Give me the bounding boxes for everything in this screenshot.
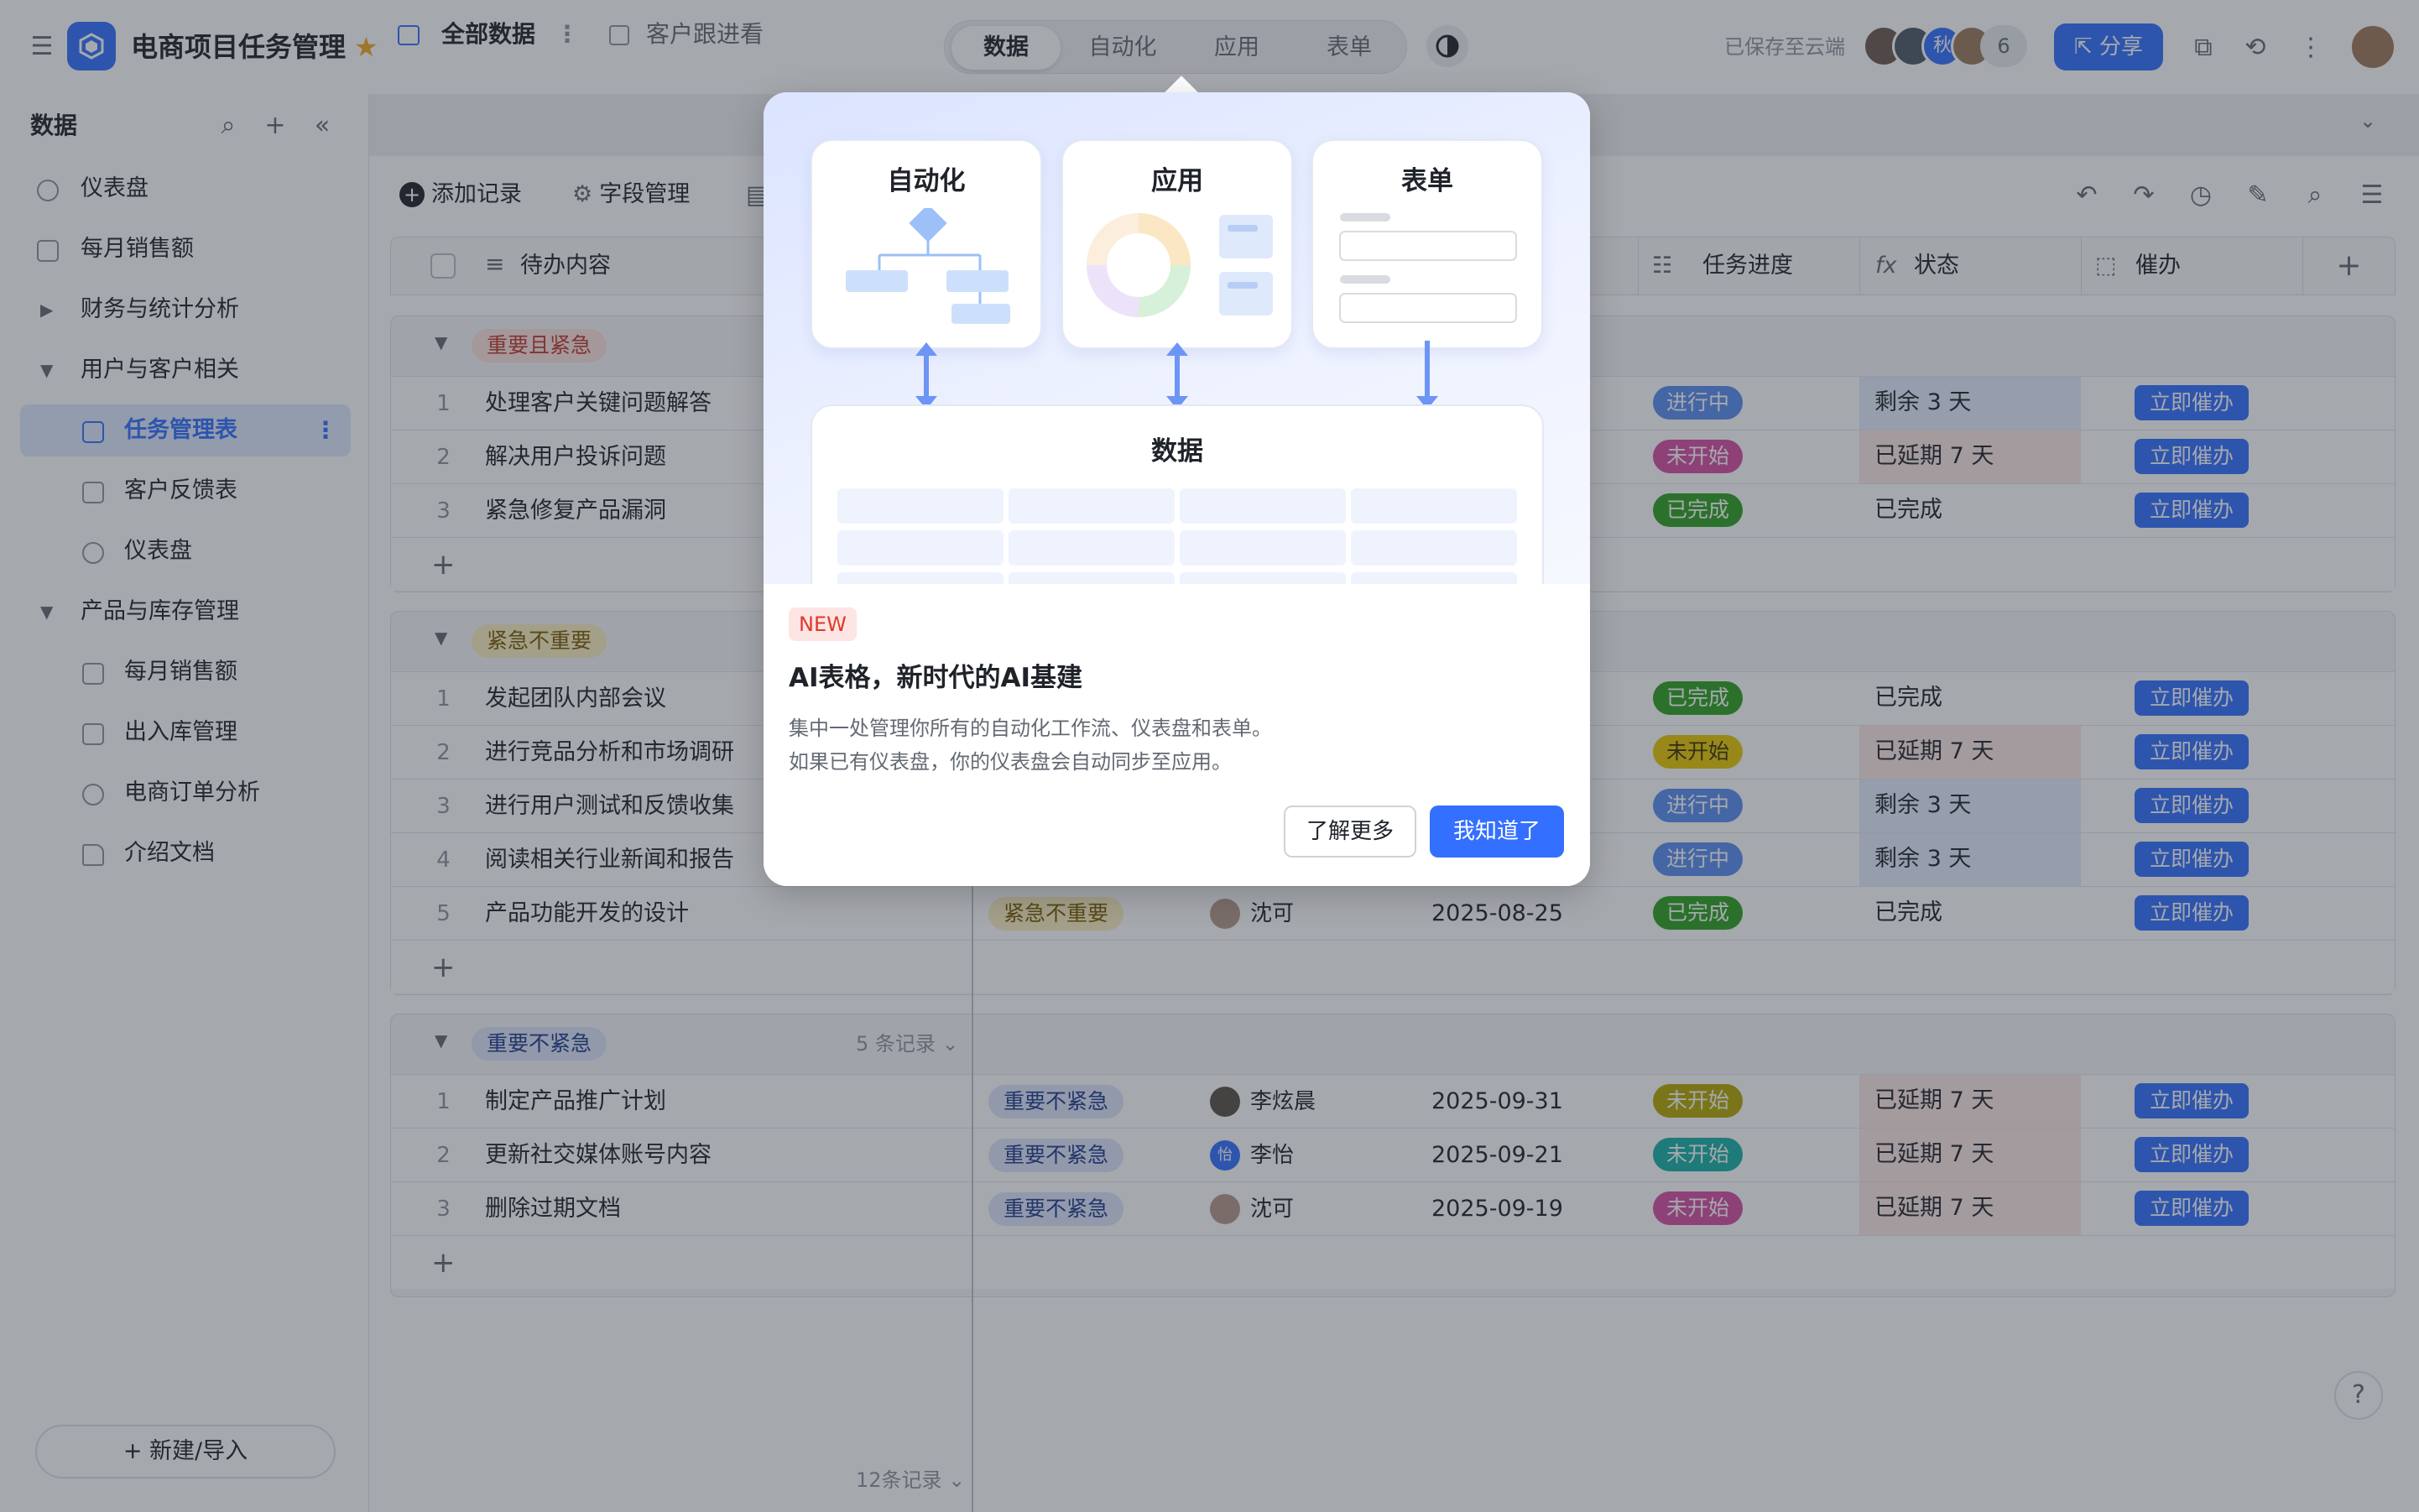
card-title: 应用: [1151, 166, 1203, 196]
data-cell: [1351, 530, 1517, 566]
sync-arrow: [924, 352, 929, 401]
modal-description: 集中一处管理你所有的自动化工作流、仪表盘和表单。 如果已有仪表盘，你的仪表盘会自…: [789, 712, 1272, 779]
data-cell: [1180, 530, 1346, 566]
card-title: 表单: [1401, 166, 1453, 196]
form-card: 表单: [1311, 139, 1543, 349]
flow-icon: [846, 208, 1010, 324]
got-it-button[interactable]: 我知道了: [1430, 806, 1564, 858]
description-line: 集中一处管理你所有的自动化工作流、仪表盘和表单。: [789, 717, 1272, 740]
card-title: 数据: [1151, 436, 1203, 467]
modal-illustration: 自动化 应用 表单 数据: [764, 92, 1590, 623]
automation-card: 自动化: [811, 139, 1042, 349]
sync-arrow: [1175, 352, 1180, 401]
data-cell: [1351, 488, 1517, 524]
form-icon: [1339, 213, 1517, 323]
app-card: 应用: [1061, 139, 1293, 349]
arrow-head: [915, 342, 937, 356]
arrow-head: [1166, 342, 1188, 356]
modal-title: AI表格，新时代的AI基建: [789, 663, 1083, 693]
new-badge: NEW: [789, 607, 857, 641]
description-line: 如果已有仪表盘，你的仪表盘会自动同步至应用。: [789, 750, 1232, 774]
data-cell: [1009, 530, 1175, 566]
learn-more-button[interactable]: 了解更多: [1284, 806, 1416, 858]
data-cell: [837, 488, 1004, 524]
data-cell: [1180, 488, 1346, 524]
data-cell: [837, 530, 1004, 566]
feature-intro-modal: 自动化 应用 表单 数据 NEW AI表格，新时代的AI基建 集中一处管理你所有…: [764, 92, 1590, 886]
dashboard-chart-icon: [1087, 213, 1273, 317]
flow-arrow: [1425, 341, 1430, 399]
card-title: 自动化: [887, 166, 966, 196]
data-cell: [1009, 488, 1175, 524]
